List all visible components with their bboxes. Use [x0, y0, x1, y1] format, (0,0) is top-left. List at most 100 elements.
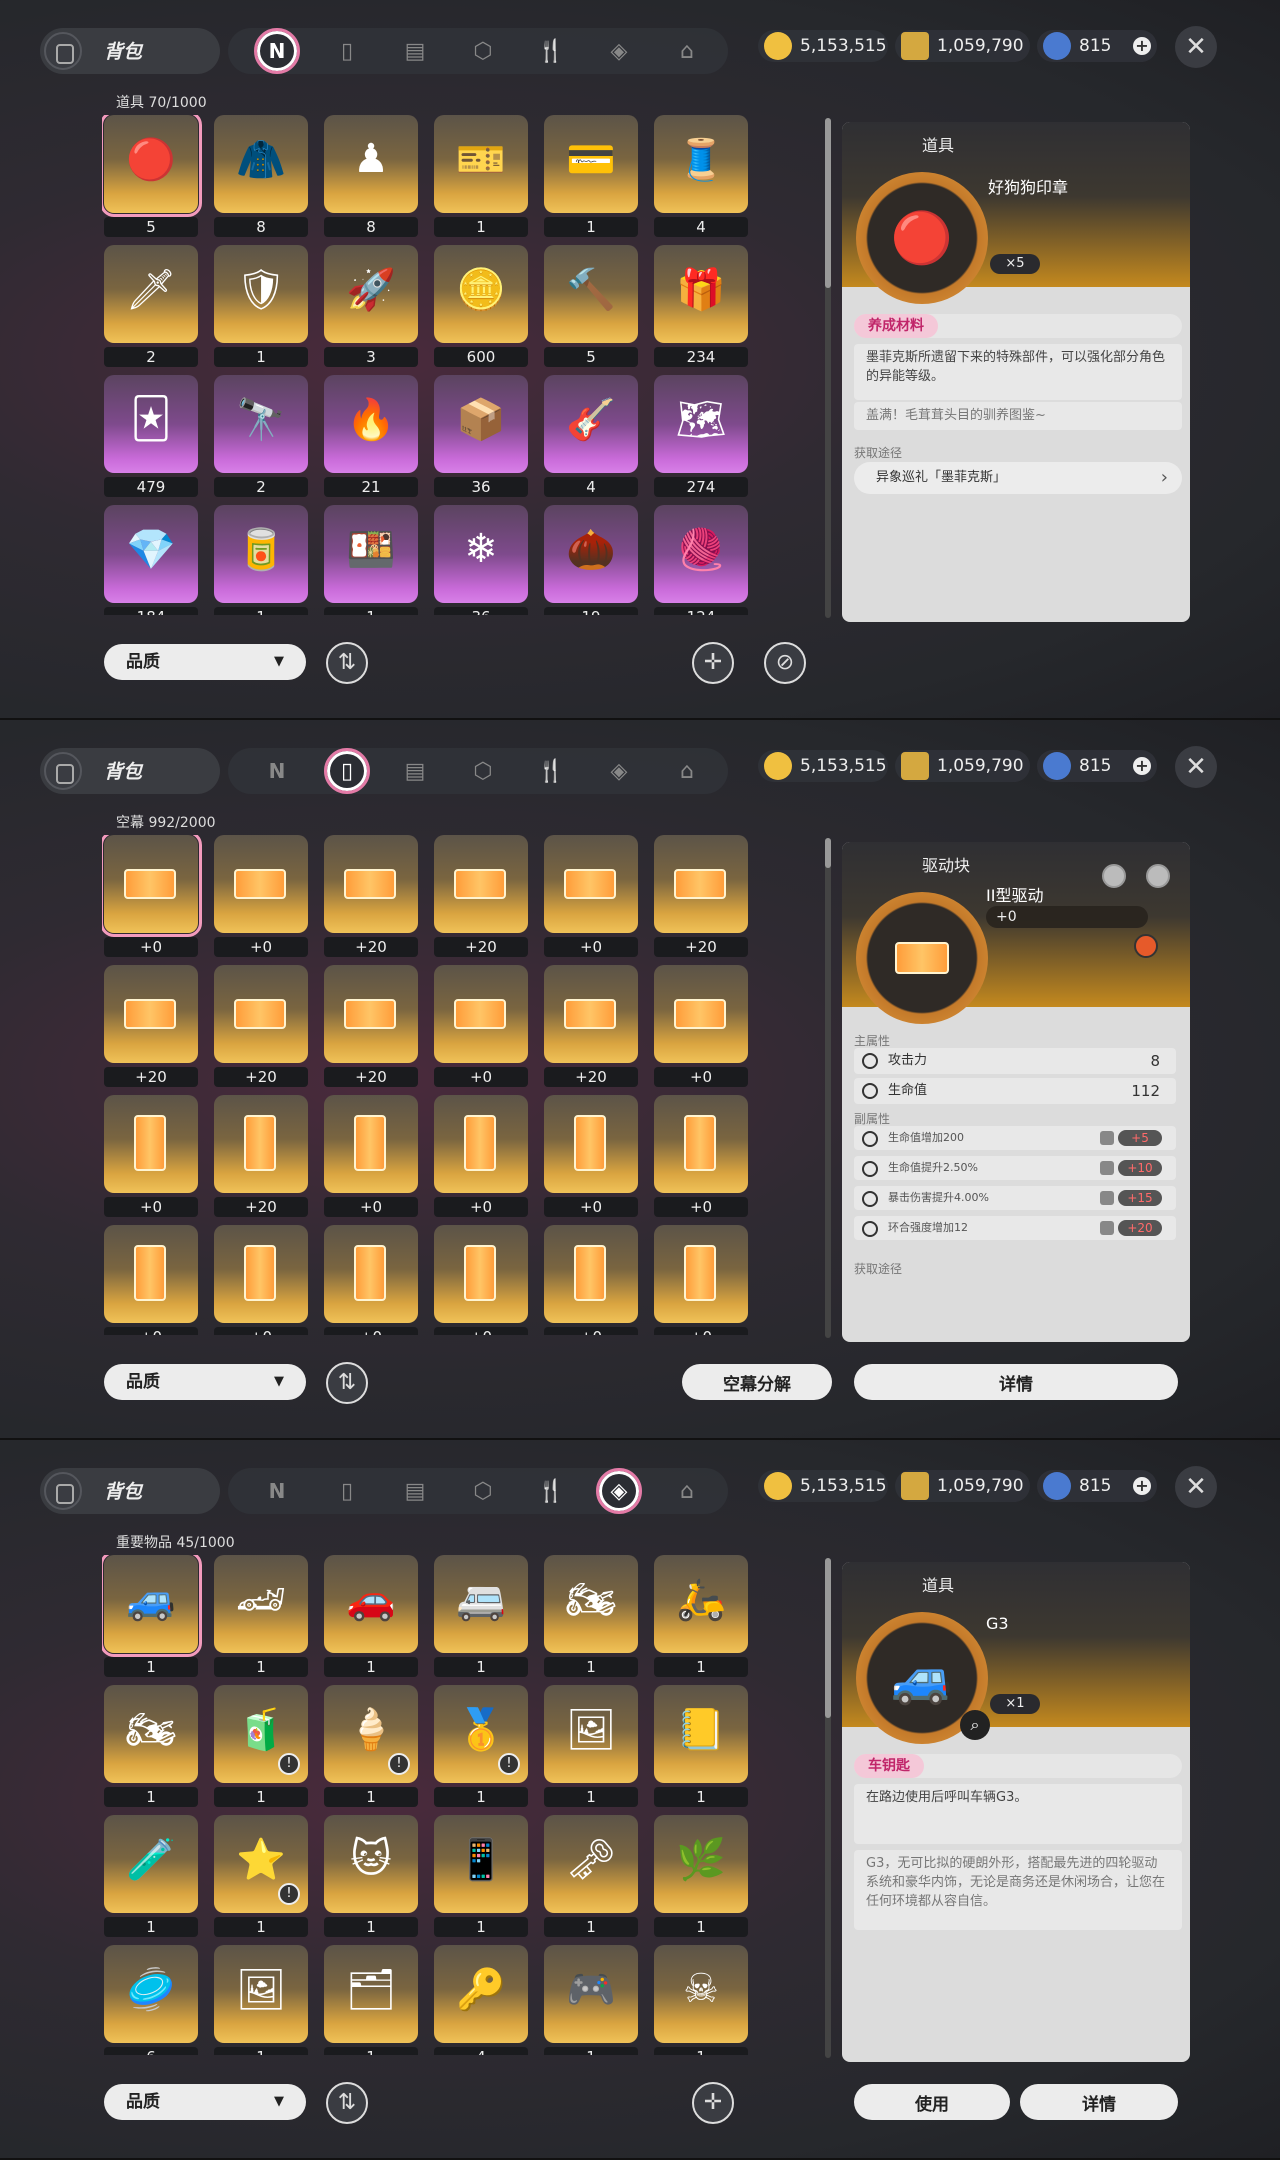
tab-gem-box[interactable]: ◈ [596, 1468, 642, 1514]
item-slot[interactable]: 💎 184 [102, 505, 200, 615]
item-slot[interactable]: 🐱 1 [322, 1815, 420, 1939]
tab-n-logo[interactable]: N [254, 748, 300, 794]
drive-slot[interactable]: +0 [652, 1095, 750, 1219]
item-slot[interactable]: 🚙 1 [102, 1555, 202, 1679]
tab-book[interactable]: ▤ [392, 748, 438, 794]
item-slot[interactable]: 📦 36 [432, 375, 530, 499]
tab-food[interactable]: 🍴 [528, 748, 574, 794]
quality-sort-dropdown[interactable]: 品质 [104, 1364, 306, 1400]
item-slot[interactable]: 🚀 3 [322, 245, 420, 369]
use-button[interactable]: 使用 [854, 2084, 1010, 2120]
item-slot[interactable]: 📒 1 [652, 1685, 750, 1809]
tab-cube[interactable]: ⬡ [460, 1468, 506, 1514]
drive-slot[interactable]: +0 [212, 1225, 310, 1335]
grid-scrollbar[interactable] [825, 1558, 831, 2058]
item-slot[interactable]: 🪙 600 [432, 245, 530, 369]
item-slot[interactable]: 🃏 479 [102, 375, 200, 499]
item-slot[interactable]: 🔥 21 [322, 375, 420, 499]
item-slot[interactable]: 🍱1 [322, 505, 420, 615]
details-button[interactable]: 详情 [854, 1364, 1178, 1400]
decompose-button[interactable]: 空幕分解 [682, 1364, 832, 1400]
tab-cube[interactable]: ⬡ [460, 748, 506, 794]
item-slot[interactable]: 🎸 4 [542, 375, 640, 499]
drive-slot[interactable]: +0 [652, 1225, 750, 1335]
drive-slot[interactable]: +0 [432, 1225, 530, 1335]
drive-slot[interactable]: +20 [212, 965, 310, 1089]
item-slot[interactable]: 🧵 4 [652, 115, 750, 239]
drive-slot[interactable]: +0 [102, 1225, 200, 1335]
item-slot[interactable]: 🗂1 [322, 1945, 420, 2055]
item-slot[interactable]: 🥫1 [212, 505, 310, 615]
item-slot[interactable]: ❄ 36 [432, 505, 530, 615]
tab-book[interactable]: ▤ [392, 28, 438, 74]
tab-n-logo[interactable]: N [254, 28, 300, 74]
drive-slot[interactable]: +0 [322, 1225, 420, 1335]
item-slot[interactable]: 💳 1 [542, 115, 640, 239]
sort-order-button[interactable]: ⇅ [326, 1362, 368, 1404]
drive-slot[interactable]: +0 [652, 965, 750, 1089]
sort-order-button[interactable]: ⇅ [326, 642, 368, 684]
drive-slot[interactable]: +20 [322, 965, 420, 1089]
item-slot[interactable]: 🥇! 1 [432, 1685, 530, 1809]
item-slot[interactable]: 🏍 1 [542, 1555, 640, 1679]
item-slot[interactable]: 📱 1 [432, 1815, 530, 1939]
tab-food[interactable]: 🍴 [528, 28, 574, 74]
item-slot[interactable]: 🏍 1 [102, 1685, 200, 1809]
quality-sort-dropdown[interactable]: 品质 [104, 2084, 306, 2120]
tab-house[interactable]: ⌂ [664, 28, 710, 74]
magnify-icon[interactable]: ⌕ [960, 1710, 990, 1740]
close-button[interactable]: ✕ [1175, 1466, 1217, 1508]
item-slot[interactable]: 🧶 124 [652, 505, 750, 615]
item-slot[interactable]: 🎮1 [542, 1945, 640, 2055]
close-button[interactable]: ✕ [1175, 26, 1217, 68]
drive-slot[interactable]: +0 [212, 835, 310, 959]
item-slot[interactable]: 🔴 5 [102, 115, 202, 239]
tab-book[interactable]: ▤ [392, 1468, 438, 1514]
item-slot[interactable]: 🌰 19 [542, 505, 640, 615]
item-slot[interactable]: ♟ 8 [322, 115, 420, 239]
add-crystal-button[interactable]: + [1133, 1477, 1151, 1495]
source-link[interactable]: 异象巡礼「墨菲克斯」 [854, 462, 1182, 494]
drive-slot[interactable]: +0 [542, 835, 640, 959]
drive-slot[interactable]: +0 [542, 1095, 640, 1219]
item-slot[interactable]: 🎁 234 [652, 245, 750, 369]
drive-slot[interactable]: +0 [432, 1095, 530, 1219]
details-button[interactable]: 详情 [1020, 2084, 1178, 2120]
item-slot[interactable]: ⭐! 1 [212, 1815, 310, 1939]
item-slot[interactable]: 🔑4 [432, 1945, 530, 2055]
item-slot[interactable]: 🎫 1 [432, 115, 530, 239]
tab-cube[interactable]: ⬡ [460, 28, 506, 74]
drive-slot[interactable]: +0 [542, 1225, 640, 1335]
lock-icon[interactable] [1146, 864, 1170, 888]
quality-sort-dropdown[interactable]: 品质 [104, 644, 306, 680]
locate-button[interactable]: ✛ [692, 2082, 734, 2124]
trash-icon[interactable] [1102, 864, 1126, 888]
item-slot[interactable]: 🍦! 1 [322, 1685, 420, 1809]
add-crystal-button[interactable]: + [1133, 37, 1151, 55]
item-slot[interactable]: 🛡 1 [212, 245, 310, 369]
tab-house[interactable]: ⌂ [664, 748, 710, 794]
drive-slot[interactable]: +0 [102, 835, 202, 959]
tab-n-logo[interactable]: N [254, 1468, 300, 1514]
item-slot[interactable]: 🖼1 [542, 1685, 640, 1809]
item-slot[interactable]: ☠1 [652, 1945, 750, 2055]
drive-slot[interactable]: +20 [212, 1095, 310, 1219]
item-slot[interactable]: 🔭 2 [212, 375, 310, 499]
sort-order-button[interactable]: ⇅ [326, 2082, 368, 2124]
item-slot[interactable]: 🖼1 [212, 1945, 310, 2055]
item-slot[interactable]: 🔨 5 [542, 245, 640, 369]
item-slot[interactable]: 🌿 1 [652, 1815, 750, 1939]
drive-slot[interactable]: +20 [322, 835, 420, 959]
close-button[interactable]: ✕ [1175, 746, 1217, 788]
drive-slot[interactable]: +20 [432, 835, 530, 959]
tab-gem-box[interactable]: ◈ [596, 748, 642, 794]
item-slot[interactable]: 🧃! 1 [212, 1685, 310, 1809]
tab-handheld[interactable]: ▯ [324, 28, 370, 74]
drive-slot[interactable]: +0 [102, 1095, 200, 1219]
item-slot[interactable]: 🧪 1 [102, 1815, 200, 1939]
item-slot[interactable]: 🧥 8 [212, 115, 310, 239]
drive-slot[interactable]: +20 [652, 835, 750, 959]
discard-button[interactable]: ⊘ [764, 642, 806, 684]
item-slot[interactable]: 🚗 1 [322, 1555, 420, 1679]
add-crystal-button[interactable]: + [1133, 757, 1151, 775]
